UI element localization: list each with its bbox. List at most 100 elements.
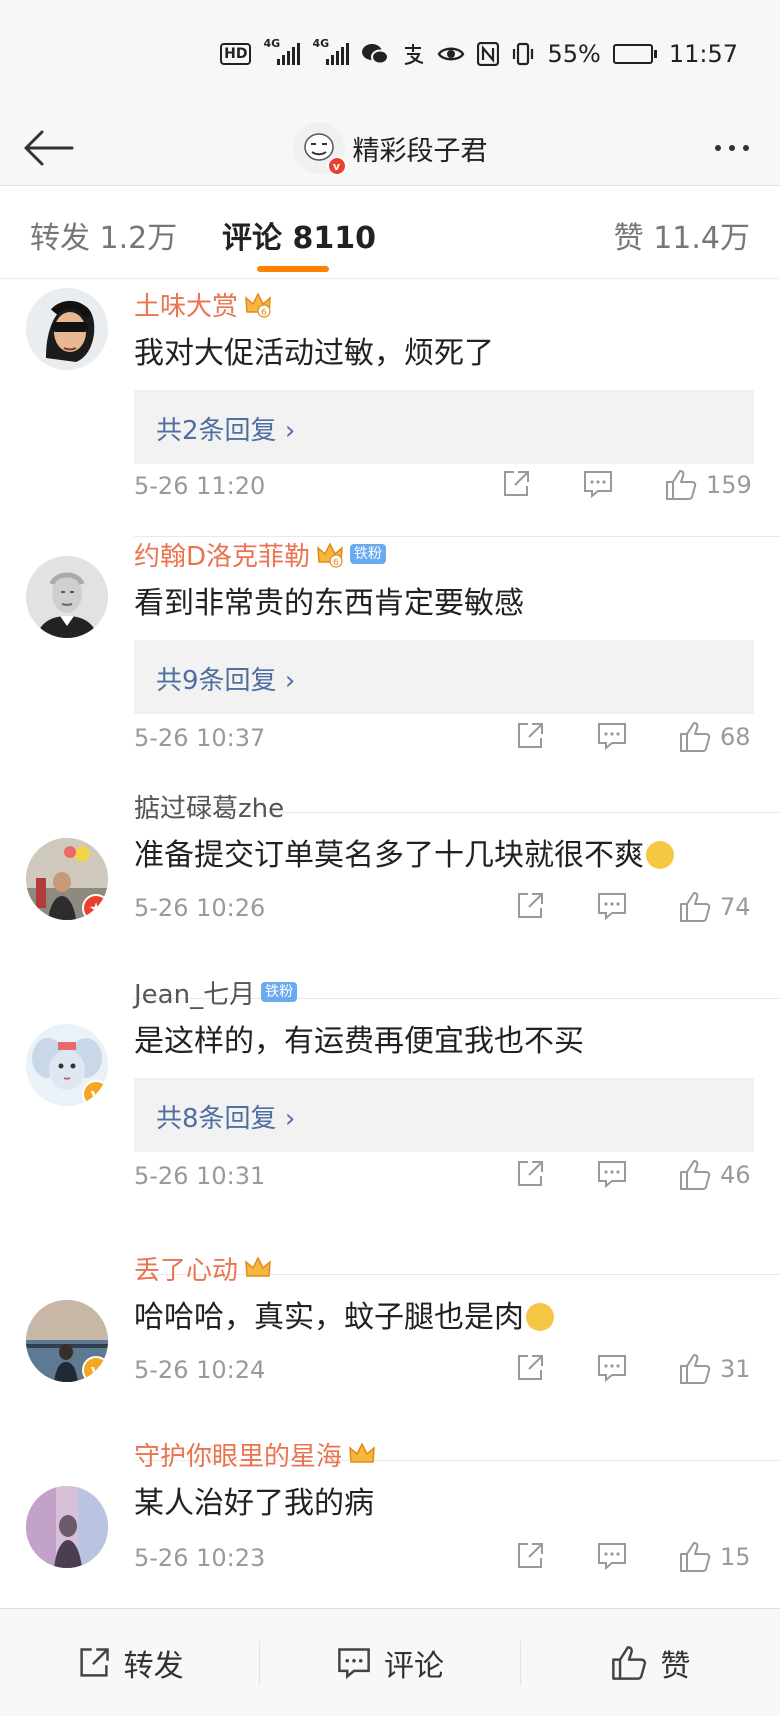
comment-header: 掂过碌葛zhe: [134, 788, 284, 824]
back-button[interactable]: [18, 120, 78, 176]
nfc-icon: [477, 42, 500, 66]
like-button[interactable]: 159: [664, 468, 752, 502]
like-button[interactable]: 74: [678, 890, 751, 924]
signal-icon: 4G: [312, 37, 350, 65]
comment-icon: [598, 1355, 626, 1383]
comment-username[interactable]: 土味大赏: [134, 286, 238, 323]
avatar[interactable]: v: [26, 1024, 108, 1106]
comment-date: 5-26 10:24: [134, 1356, 266, 1384]
active-tab-indicator: [257, 266, 329, 272]
verified-badge-icon: v: [82, 1080, 108, 1106]
comment-icon: [584, 471, 612, 499]
comment-button[interactable]: 评论: [260, 1633, 519, 1693]
account-avatar[interactable]: v: [292, 122, 347, 176]
battery-icon: [612, 44, 657, 64]
reply-summary-button[interactable]: 共9条回复 ›: [134, 640, 754, 714]
thumbs-up-icon: [680, 892, 711, 922]
tab-like[interactable]: 赞 11.4万: [614, 213, 750, 257]
comment-text: 哈哈哈，真实，蚊子腿也是肉: [134, 1292, 554, 1336]
comment-meta: 5-26 10:31 46: [134, 1156, 754, 1196]
status-bar: HD 4G 4G 55% 11:57: [0, 0, 780, 110]
comment-username[interactable]: 丢了心动: [134, 1250, 238, 1287]
like-count: 15: [720, 1543, 751, 1571]
share-icon: [518, 723, 543, 748]
battery-percent: 55%: [547, 40, 601, 68]
reply-button[interactable]: [596, 720, 628, 752]
avatar[interactable]: [26, 288, 108, 370]
comment-meta: 5-26 11:20 159: [134, 466, 754, 506]
like-button[interactable]: 15: [678, 1540, 751, 1574]
like-button[interactable]: 31: [678, 1352, 751, 1386]
status-icons: HD 4G 4G 55% 11:57: [220, 37, 738, 68]
reply-summary-button[interactable]: 共8条回复 ›: [134, 1078, 754, 1152]
reply-button[interactable]: [596, 1352, 628, 1384]
comment-header: 丢了心动: [134, 1250, 272, 1286]
share-icon: [518, 893, 543, 918]
comment-username[interactable]: 掂过碌葛zhe: [134, 788, 284, 825]
more-dots-icon: [715, 145, 749, 151]
signal-icon: 4G: [263, 37, 301, 65]
comment-text: 我对大促活动过敏，烦死了: [134, 336, 494, 371]
avatar[interactable]: [26, 1486, 108, 1568]
like-count: 31: [720, 1355, 751, 1383]
share-icon: [518, 1355, 543, 1380]
comment-header: 土味大赏 6: [134, 286, 272, 322]
reply-button[interactable]: [582, 468, 614, 500]
thinking-emoji-icon: [526, 1303, 554, 1331]
reply-button[interactable]: [596, 1540, 628, 1572]
vip-crown-icon: 6: [244, 290, 272, 318]
reply-count-link: 共8条回复 ›: [156, 1104, 296, 1134]
avatar[interactable]: ★: [26, 838, 108, 920]
comment-username[interactable]: Jean_七月: [134, 974, 255, 1011]
comment-meta: 5-26 10:24 31: [134, 1350, 754, 1390]
comment-text: 是这样的，有运费再便宜我也不买: [134, 1024, 584, 1059]
reply-summary-button[interactable]: 共2条回复 ›: [134, 390, 754, 464]
share-button[interactable]: [514, 890, 546, 922]
more-button[interactable]: [702, 120, 762, 176]
smirk-emoji-icon: [646, 841, 674, 869]
nav-bar: v 精彩段子君: [0, 110, 780, 186]
share-button[interactable]: [514, 1540, 546, 1572]
comment-date: 5-26 10:37: [134, 724, 266, 752]
avatar[interactable]: v: [26, 1300, 108, 1382]
alipay-icon: [401, 42, 425, 66]
tab-repost[interactable]: 转发 1.2万: [30, 213, 177, 257]
reply-button[interactable]: [596, 890, 628, 922]
reply-count-link: 共9条回复 ›: [156, 666, 296, 696]
thumbs-up-icon: [612, 1645, 647, 1680]
like-label: 赞: [660, 1648, 691, 1684]
tab-bar: 转发 1.2万 评论 8110 赞 11.4万: [0, 187, 780, 279]
comment-username[interactable]: 约翰D洛克菲勒: [134, 536, 310, 573]
chevron-right-icon: ›: [284, 1104, 296, 1134]
comment-list: 土味大赏 6 我对大促活动过敏，烦死了 共2条回复 › 5-26 11:20 1…: [0, 280, 780, 1608]
comment-username[interactable]: 守护你眼里的星海: [134, 1436, 342, 1473]
back-arrow-icon: [24, 130, 74, 166]
comment-meta: 5-26 10:37 68: [134, 718, 754, 758]
thumbs-up-icon: [680, 1354, 711, 1384]
verified-badge-icon: ★: [82, 894, 108, 920]
hd-icon: HD: [220, 43, 252, 65]
comment-header: 约翰D洛克菲勒 6 铁粉: [134, 536, 387, 573]
vip-crown-icon: 6: [316, 540, 344, 568]
svg-text:6: 6: [261, 308, 267, 318]
like-count: 159: [706, 471, 752, 499]
reply-count-link: 共2条回复 ›: [156, 416, 296, 446]
like-button[interactable]: 赞: [521, 1633, 780, 1693]
comment-header: Jean_七月 铁粉: [134, 974, 298, 1011]
repost-button[interactable]: 转发: [0, 1633, 259, 1693]
account-title[interactable]: 精彩段子君: [353, 129, 488, 168]
comment-icon: [598, 723, 626, 751]
comment-item: 土味大赏 6 我对大促活动过敏，烦死了 共2条回复 › 5-26 11:20 1…: [0, 280, 780, 554]
tab-comment[interactable]: 评论 8110: [222, 213, 376, 257]
fan-badge: 铁粉: [350, 544, 387, 564]
like-button[interactable]: 46: [678, 1158, 751, 1192]
comment-label: 评论: [383, 1648, 444, 1684]
share-button[interactable]: [514, 1158, 546, 1190]
share-button[interactable]: [514, 720, 546, 752]
clock: 11:57: [668, 40, 738, 68]
reply-button[interactable]: [596, 1158, 628, 1190]
share-button[interactable]: [514, 1352, 546, 1384]
share-button[interactable]: [500, 468, 532, 500]
like-button[interactable]: 68: [678, 720, 751, 754]
avatar[interactable]: [26, 556, 108, 638]
